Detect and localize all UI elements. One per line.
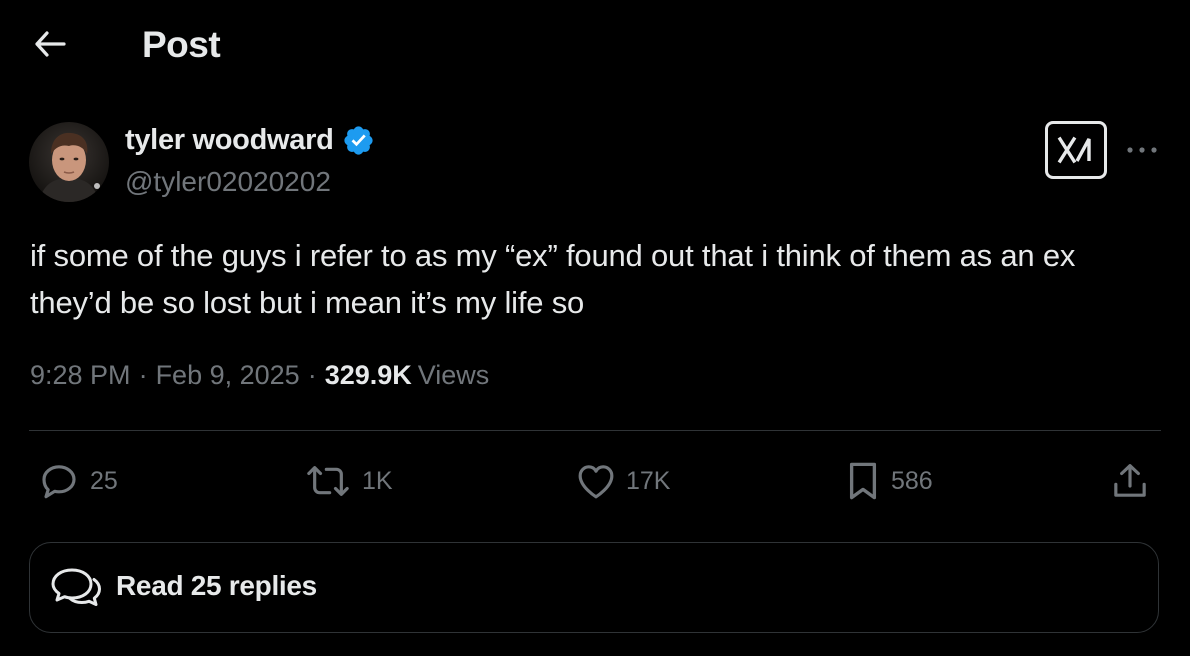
tweet-text: if some of the guys i refer to as my “ex… — [30, 238, 1076, 320]
share-icon — [1114, 464, 1146, 497]
divider — [29, 430, 1161, 431]
profile-photo — [29, 122, 109, 202]
back-button[interactable] — [28, 22, 72, 66]
page-title: Post — [142, 24, 221, 65]
tweet-meta: 9:28 PM · Feb 9, 2025 · 329.9K Views — [30, 360, 489, 391]
bookmark-count: 586 — [891, 466, 933, 495]
header-bar: Post — [0, 0, 1190, 92]
avatar[interactable] — [29, 122, 109, 202]
speech-bubbles-icon — [51, 568, 101, 606]
tweet-time[interactable]: 9:28 PM — [30, 360, 131, 391]
repost-icon — [307, 466, 349, 496]
heart-icon — [578, 465, 614, 499]
repost-button[interactable]: 1K — [304, 458, 393, 504]
more-options-button[interactable] — [1122, 133, 1162, 167]
like-count: 17K — [626, 466, 671, 495]
meta-separator: · — [307, 360, 317, 390]
arrow-left-icon — [35, 31, 66, 57]
tweet-date[interactable]: Feb 9, 2025 — [156, 360, 300, 391]
grok-icon — [1057, 136, 1091, 164]
reply-count: 25 — [90, 466, 118, 495]
like-button[interactable]: 17K — [576, 458, 670, 504]
views-label: Views — [417, 360, 490, 390]
bookmark-icon — [849, 462, 877, 500]
share-button[interactable] — [1110, 458, 1150, 504]
author-handle[interactable]: @tyler02020202 — [125, 166, 331, 198]
reply-icon — [42, 465, 76, 499]
repost-count: 1K — [362, 466, 393, 495]
more-horizontal-icon — [1127, 147, 1157, 153]
display-name[interactable]: tyler woodward — [125, 124, 334, 157]
bookmark-button[interactable]: 586 — [845, 458, 933, 504]
read-replies-label: Read 25 replies — [116, 570, 317, 601]
reply-button[interactable]: 25 — [38, 458, 118, 504]
grok-button[interactable] — [1045, 121, 1107, 179]
read-replies-button[interactable]: Read 25 replies — [29, 542, 1159, 633]
views-count: 329.9K — [324, 360, 412, 390]
author-name-row: tyler woodward — [125, 124, 375, 157]
verified-badge-icon[interactable] — [342, 124, 375, 157]
meta-separator: · — [138, 360, 148, 390]
